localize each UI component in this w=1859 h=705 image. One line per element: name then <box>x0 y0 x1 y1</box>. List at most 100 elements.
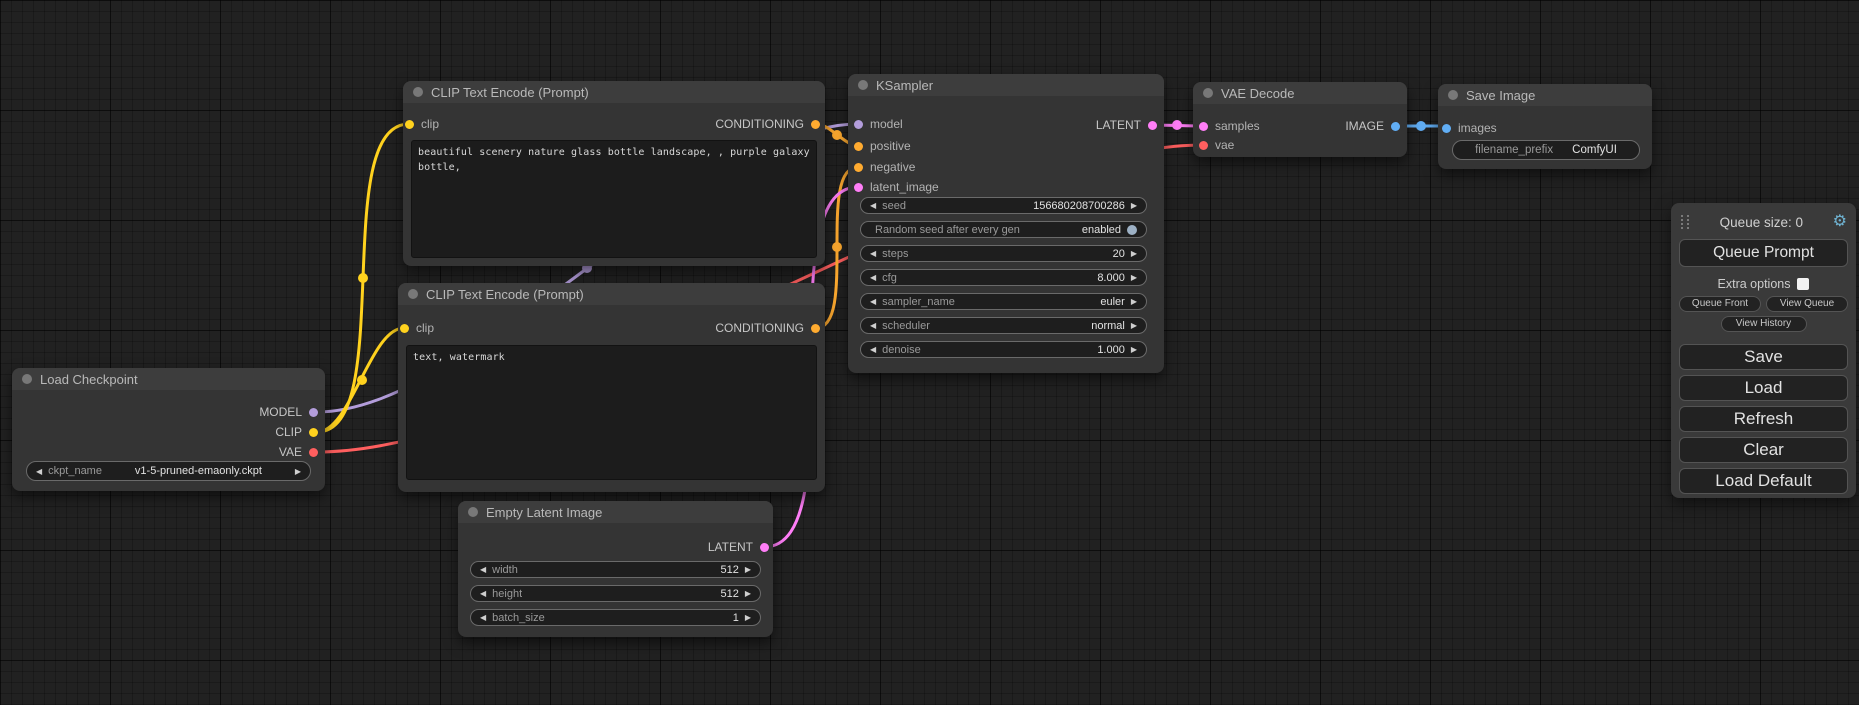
node-vae-decode[interactable]: VAE Decode samples vae IMAGE <box>1193 82 1407 157</box>
increment-arrow-icon[interactable]: ▶ <box>295 464 301 479</box>
increment-arrow-icon[interactable]: ▶ <box>1131 270 1137 285</box>
node-titlebar[interactable]: Empty Latent Image <box>458 501 773 523</box>
collapse-dot-icon[interactable] <box>468 507 478 517</box>
port-dot-model[interactable] <box>854 120 863 129</box>
node-titlebar[interactable]: Load Checkpoint <box>12 368 325 390</box>
port-dot-vae[interactable] <box>1199 141 1208 150</box>
increment-arrow-icon[interactable]: ▶ <box>1131 294 1137 309</box>
input-positive[interactable]: positive <box>854 139 911 153</box>
port-dot-image[interactable] <box>1442 124 1451 133</box>
port-dot-latent[interactable] <box>1148 121 1157 130</box>
toggle-dot-icon[interactable] <box>1127 225 1137 235</box>
steps-widget[interactable]: ◀ steps 20 ▶ <box>860 245 1147 262</box>
output-conditioning[interactable]: CONDITIONING <box>715 321 820 335</box>
increment-arrow-icon[interactable]: ▶ <box>1131 198 1137 213</box>
increment-arrow-icon[interactable]: ▶ <box>745 562 751 577</box>
ckpt-name-widget[interactable]: ◀ ckpt_name v1-5-pruned-emaonly.ckpt ▶ <box>26 461 311 481</box>
node-save-image[interactable]: Save Image images filename_prefix ComfyU… <box>1438 84 1652 169</box>
batch-size-widget[interactable]: ◀ batch_size 1 ▶ <box>470 609 761 626</box>
output-conditioning[interactable]: CONDITIONING <box>715 117 820 131</box>
node-titlebar[interactable]: CLIP Text Encode (Prompt) <box>403 81 825 103</box>
output-model[interactable]: MODEL <box>259 405 318 419</box>
input-clip[interactable]: clip <box>400 321 434 335</box>
scheduler-widget[interactable]: ◀ scheduler normal ▶ <box>860 317 1147 334</box>
input-vae[interactable]: vae <box>1199 138 1234 152</box>
port-dot-conditioning[interactable] <box>854 142 863 151</box>
collapse-dot-icon[interactable] <box>408 289 418 299</box>
output-vae[interactable]: VAE <box>279 445 318 459</box>
clear-button[interactable]: Clear <box>1679 437 1848 463</box>
node-titlebar[interactable]: VAE Decode <box>1193 82 1407 104</box>
increment-arrow-icon[interactable]: ▶ <box>1131 342 1137 357</box>
output-latent[interactable]: LATENT <box>1096 118 1157 132</box>
cfg-widget[interactable]: ◀ cfg 8.000 ▶ <box>860 269 1147 286</box>
queue-front-button[interactable]: Queue Front <box>1679 296 1761 312</box>
input-samples[interactable]: samples <box>1199 119 1260 133</box>
port-dot-conditioning[interactable] <box>854 163 863 172</box>
extra-options-checkbox[interactable] <box>1797 278 1809 290</box>
filename-prefix-widget[interactable]: filename_prefix ComfyUI <box>1452 140 1640 160</box>
port-dot-latent[interactable] <box>1199 122 1208 131</box>
drag-handle-icon[interactable] <box>1681 215 1690 230</box>
node-clip-text-encode-positive[interactable]: CLIP Text Encode (Prompt) clip CONDITION… <box>403 81 825 266</box>
increment-arrow-icon[interactable]: ▶ <box>745 610 751 625</box>
width-widget[interactable]: ◀ width 512 ▶ <box>470 561 761 578</box>
graph-canvas[interactable]: Load Checkpoint MODEL CLIP VAE ◀ ckpt_na… <box>0 0 1859 705</box>
output-image[interactable]: IMAGE <box>1345 119 1400 133</box>
collapse-dot-icon[interactable] <box>858 80 868 90</box>
decrement-arrow-icon[interactable]: ◀ <box>870 342 876 357</box>
port-dot-conditioning[interactable] <box>811 120 820 129</box>
port-dot-latent[interactable] <box>760 543 769 552</box>
seed-widget[interactable]: ◀ seed 156680208700286 ▶ <box>860 197 1147 214</box>
queue-prompt-button[interactable]: Queue Prompt <box>1679 239 1848 267</box>
view-queue-button[interactable]: View Queue <box>1766 296 1848 312</box>
node-empty-latent-image[interactable]: Empty Latent Image LATENT ◀ width 512 ▶ … <box>458 501 773 637</box>
node-titlebar[interactable]: KSampler <box>848 74 1164 96</box>
save-button[interactable]: Save <box>1679 344 1848 370</box>
input-negative[interactable]: negative <box>854 160 915 174</box>
decrement-arrow-icon[interactable]: ◀ <box>480 562 486 577</box>
increment-arrow-icon[interactable]: ▶ <box>1131 246 1137 261</box>
node-load-checkpoint[interactable]: Load Checkpoint MODEL CLIP VAE ◀ ckpt_na… <box>12 368 325 491</box>
view-history-button[interactable]: View History <box>1721 316 1807 332</box>
output-clip[interactable]: CLIP <box>275 425 318 439</box>
settings-gear-icon[interactable]: ⚙ <box>1833 214 1847 230</box>
node-ksampler[interactable]: KSampler model positive negative latent_… <box>848 74 1164 373</box>
increment-arrow-icon[interactable]: ▶ <box>745 586 751 601</box>
decrement-arrow-icon[interactable]: ◀ <box>870 318 876 333</box>
denoise-widget[interactable]: ◀ denoise 1.000 ▶ <box>860 341 1147 358</box>
decrement-arrow-icon[interactable]: ◀ <box>36 464 42 479</box>
collapse-dot-icon[interactable] <box>22 374 32 384</box>
sampler-name-widget[interactable]: ◀ sampler_name euler ▶ <box>860 293 1147 310</box>
height-widget[interactable]: ◀ height 512 ▶ <box>470 585 761 602</box>
load-button[interactable]: Load <box>1679 375 1848 401</box>
node-clip-text-encode-negative[interactable]: CLIP Text Encode (Prompt) clip CONDITION… <box>398 283 825 492</box>
port-dot-model[interactable] <box>309 408 318 417</box>
collapse-dot-icon[interactable] <box>413 87 423 97</box>
decrement-arrow-icon[interactable]: ◀ <box>480 610 486 625</box>
port-dot-latent[interactable] <box>854 183 863 192</box>
port-dot-clip[interactable] <box>405 120 414 129</box>
port-dot-image[interactable] <box>1391 122 1400 131</box>
load-default-button[interactable]: Load Default <box>1679 468 1848 494</box>
decrement-arrow-icon[interactable]: ◀ <box>480 586 486 601</box>
input-model[interactable]: model <box>854 117 903 131</box>
decrement-arrow-icon[interactable]: ◀ <box>870 246 876 261</box>
port-dot-clip[interactable] <box>400 324 409 333</box>
port-dot-conditioning[interactable] <box>811 324 820 333</box>
node-titlebar[interactable]: Save Image <box>1438 84 1652 106</box>
positive-prompt-textarea[interactable]: beautiful scenery nature glass bottle la… <box>411 140 817 258</box>
input-images[interactable]: images <box>1442 121 1497 135</box>
negative-prompt-textarea[interactable]: text, watermark <box>406 345 817 480</box>
decrement-arrow-icon[interactable]: ◀ <box>870 294 876 309</box>
input-clip[interactable]: clip <box>405 117 439 131</box>
decrement-arrow-icon[interactable]: ◀ <box>870 270 876 285</box>
random-seed-toggle-widget[interactable]: Random seed after every gen enabled <box>860 221 1147 238</box>
refresh-button[interactable]: Refresh <box>1679 406 1848 432</box>
port-dot-vae[interactable] <box>309 448 318 457</box>
output-latent[interactable]: LATENT <box>708 540 769 554</box>
node-titlebar[interactable]: CLIP Text Encode (Prompt) <box>398 283 825 305</box>
collapse-dot-icon[interactable] <box>1448 90 1458 100</box>
increment-arrow-icon[interactable]: ▶ <box>1131 318 1137 333</box>
input-latent-image[interactable]: latent_image <box>854 180 939 194</box>
